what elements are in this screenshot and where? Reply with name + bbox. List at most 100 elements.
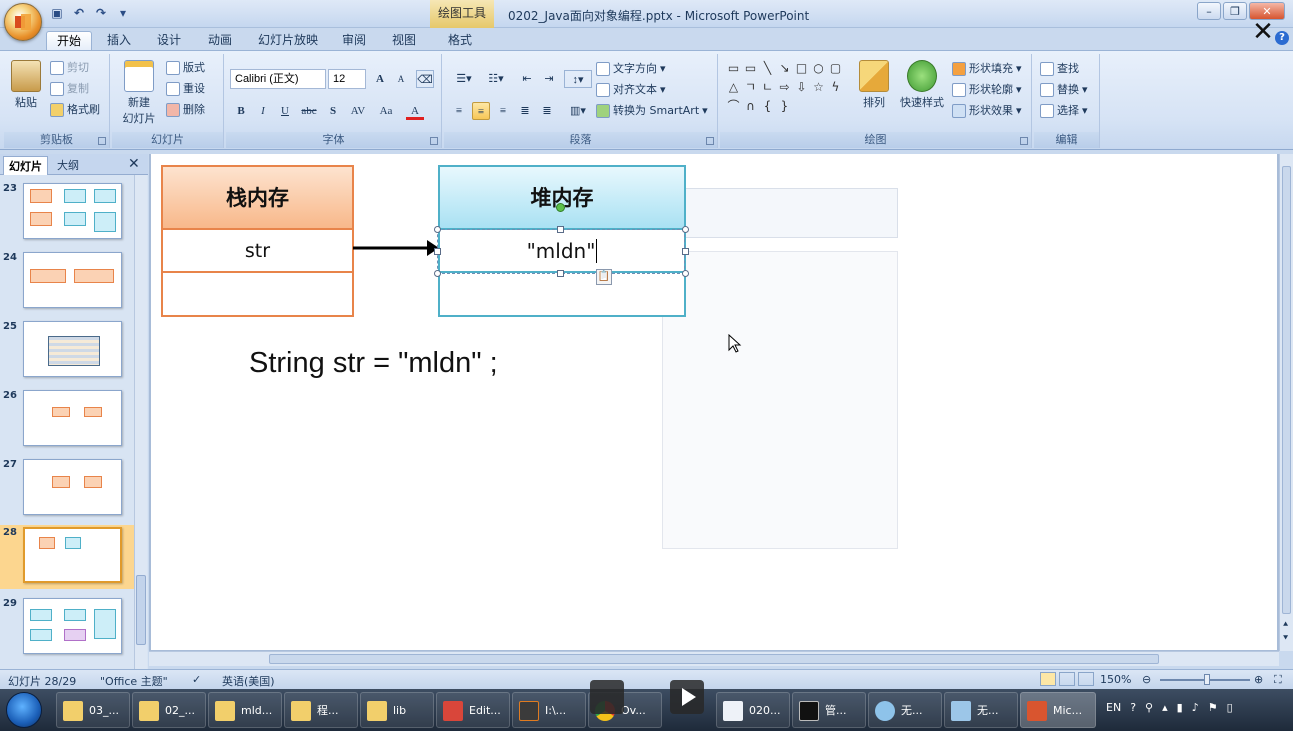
customize-qat-icon[interactable]: ▾	[114, 5, 132, 21]
quick-styles-button[interactable]: 快速样式	[898, 60, 946, 110]
rect-shape-icon[interactable]: □	[794, 60, 809, 77]
resize-handle[interactable]	[682, 248, 689, 255]
save-icon[interactable]: ▣	[48, 5, 66, 21]
expand-tray-icon[interactable]: ▴	[1162, 701, 1168, 714]
reference-arrow[interactable]	[353, 238, 439, 258]
shape-fill-button[interactable]: 形状填充 ▾	[952, 60, 1022, 78]
cut-button[interactable]: 剪切	[50, 59, 89, 77]
thumbnail-26[interactable]: 26	[0, 388, 134, 452]
taskbar-item[interactable]: 无...	[944, 692, 1018, 728]
resize-handle[interactable]	[434, 270, 441, 277]
resize-handle[interactable]	[434, 248, 441, 255]
columns-icon[interactable]: ▥▾	[564, 102, 592, 120]
horizontal-scrollbar[interactable]	[149, 651, 1279, 666]
taskbar-item[interactable]: 程...	[284, 692, 358, 728]
play-icon[interactable]	[670, 680, 704, 714]
select-button[interactable]: 选择 ▾	[1040, 102, 1088, 120]
redo-icon[interactable]: ↷	[92, 5, 110, 21]
shadow-button[interactable]: S	[324, 102, 342, 120]
copy-button[interactable]: 复制	[50, 80, 89, 98]
usb-icon[interactable]: ▮	[1177, 701, 1183, 714]
show-desktop-icon[interactable]: ▯	[1227, 701, 1233, 714]
language-status[interactable]: 英语(美国)	[222, 673, 275, 689]
spellcheck-icon[interactable]: ✓	[192, 673, 201, 686]
help-tray-icon[interactable]: ?	[1130, 701, 1136, 714]
stack-memory-box[interactable]: 栈内存 str	[161, 165, 354, 317]
taskbar-item[interactable]: I:\...	[512, 692, 586, 728]
undo-icon[interactable]: ↶	[70, 5, 88, 21]
strikethrough-button[interactable]: abc	[298, 102, 320, 120]
taskbar-item[interactable]: 03_...	[56, 692, 130, 728]
tab-view[interactable]: 视图	[382, 31, 426, 50]
start-button[interactable]	[6, 692, 42, 728]
sorter-view-icon[interactable]	[1059, 672, 1075, 686]
tab-slideshow[interactable]: 幻灯片放映	[248, 31, 328, 50]
numbering-icon[interactable]: ☷▾	[482, 70, 510, 88]
underline-button[interactable]: U	[276, 102, 294, 120]
tab-home[interactable]: 开始	[46, 31, 93, 50]
tab-outline-pane[interactable]: 大纲	[52, 156, 84, 175]
shape-outline-button[interactable]: 形状轮廓 ▾	[952, 81, 1022, 99]
zoom-out-icon[interactable]: ⊖	[1142, 673, 1151, 686]
drawing-launcher-icon[interactable]	[1020, 137, 1028, 145]
normal-view-icon[interactable]	[1040, 672, 1056, 686]
taskbar-item[interactable]: mld...	[208, 692, 282, 728]
elbow-arrow-shape-icon[interactable]: ㄴ	[760, 79, 775, 96]
right-arrow-shape-icon[interactable]: ⇨	[777, 79, 792, 96]
align-left-icon[interactable]: ≡	[450, 102, 468, 120]
replace-button[interactable]: 替换 ▾	[1040, 81, 1088, 99]
reset-button[interactable]: 重设	[166, 80, 205, 98]
slideshow-view-icon[interactable]	[1078, 672, 1094, 686]
font-size-select[interactable]: 12	[328, 69, 366, 89]
taskbar-item[interactable]: Edit...	[436, 692, 510, 728]
volume-icon[interactable]: ♪	[1192, 701, 1199, 714]
decrease-indent-icon[interactable]: ⇤	[518, 70, 536, 88]
shrink-font-icon[interactable]: A	[392, 70, 410, 88]
next-slide-icon[interactable]: ⯆	[1282, 634, 1289, 644]
bold-button[interactable]: B	[232, 102, 250, 120]
arrow-shape-icon[interactable]: ↘	[777, 60, 792, 77]
overlay-close-icon[interactable]: ✕	[1248, 17, 1278, 47]
oval-shape-icon[interactable]: ○	[811, 60, 826, 77]
font-name-select[interactable]: Calibri (正文)	[230, 69, 326, 89]
office-button[interactable]	[4, 3, 42, 41]
textbox-shape-icon[interactable]: ▭	[726, 60, 741, 77]
network-icon[interactable]: ⚲	[1145, 701, 1153, 714]
taskbar-item[interactable]: lib	[360, 692, 434, 728]
font-color-button[interactable]: A	[406, 102, 424, 120]
screen-capture-icon[interactable]	[590, 680, 624, 714]
align-right-icon[interactable]: ≡	[494, 102, 512, 120]
bullets-icon[interactable]: ☰▾	[450, 70, 478, 88]
prev-slide-icon[interactable]: ⯅	[1282, 620, 1289, 630]
change-case-button[interactable]: Aa	[374, 102, 398, 120]
input-language[interactable]: EN	[1106, 701, 1121, 714]
tab-design[interactable]: 设计	[147, 31, 191, 50]
paste-options-icon[interactable]: 📋	[596, 269, 612, 285]
roundrect-shape-icon[interactable]: ▢	[828, 60, 843, 77]
shapes-gallery[interactable]: ▭ ▭ ╲ ↘ □ ○ ▢ △ ㄱㄴ ⇨ ⇩ ☆ ϟ ⌒ ∩{}	[726, 60, 844, 115]
resize-handle[interactable]	[434, 226, 441, 233]
line-spacing-icon[interactable]: ↕▾	[564, 70, 592, 88]
char-spacing-button[interactable]: AV	[346, 102, 370, 120]
font-launcher-icon[interactable]	[430, 137, 438, 145]
tab-animations[interactable]: 动画	[198, 31, 242, 50]
zoom-in-icon[interactable]: ⊕	[1254, 673, 1263, 686]
line-shape-icon[interactable]: ╲	[760, 60, 775, 77]
tab-review[interactable]: 审阅	[332, 31, 376, 50]
zoom-slider-thumb[interactable]	[1204, 674, 1210, 685]
arc-shape-icon[interactable]: ⌒	[726, 98, 741, 115]
slide-canvas[interactable]: 栈内存 str 堆内存 "mldn" 📋 String str = "mldn"…	[151, 154, 1277, 650]
curve-shape-icon[interactable]: ∩	[743, 98, 758, 115]
taskbar-item[interactable]: 无...	[868, 692, 942, 728]
paragraph-launcher-icon[interactable]	[706, 137, 714, 145]
triangle-shape-icon[interactable]: △	[726, 79, 741, 96]
tab-slides-pane[interactable]: 幻灯片	[3, 156, 48, 175]
find-button[interactable]: 查找	[1040, 60, 1079, 78]
thumbnail-24[interactable]: 24	[0, 250, 134, 314]
thumbnail-23[interactable]: 23	[0, 181, 134, 245]
resize-handle[interactable]	[682, 226, 689, 233]
restore-button[interactable]: ❐	[1223, 2, 1247, 20]
pane-close-icon[interactable]: ✕	[128, 156, 140, 172]
thumbnail-25[interactable]: 25	[0, 319, 134, 383]
thumbnail-27[interactable]: 27	[0, 457, 134, 521]
